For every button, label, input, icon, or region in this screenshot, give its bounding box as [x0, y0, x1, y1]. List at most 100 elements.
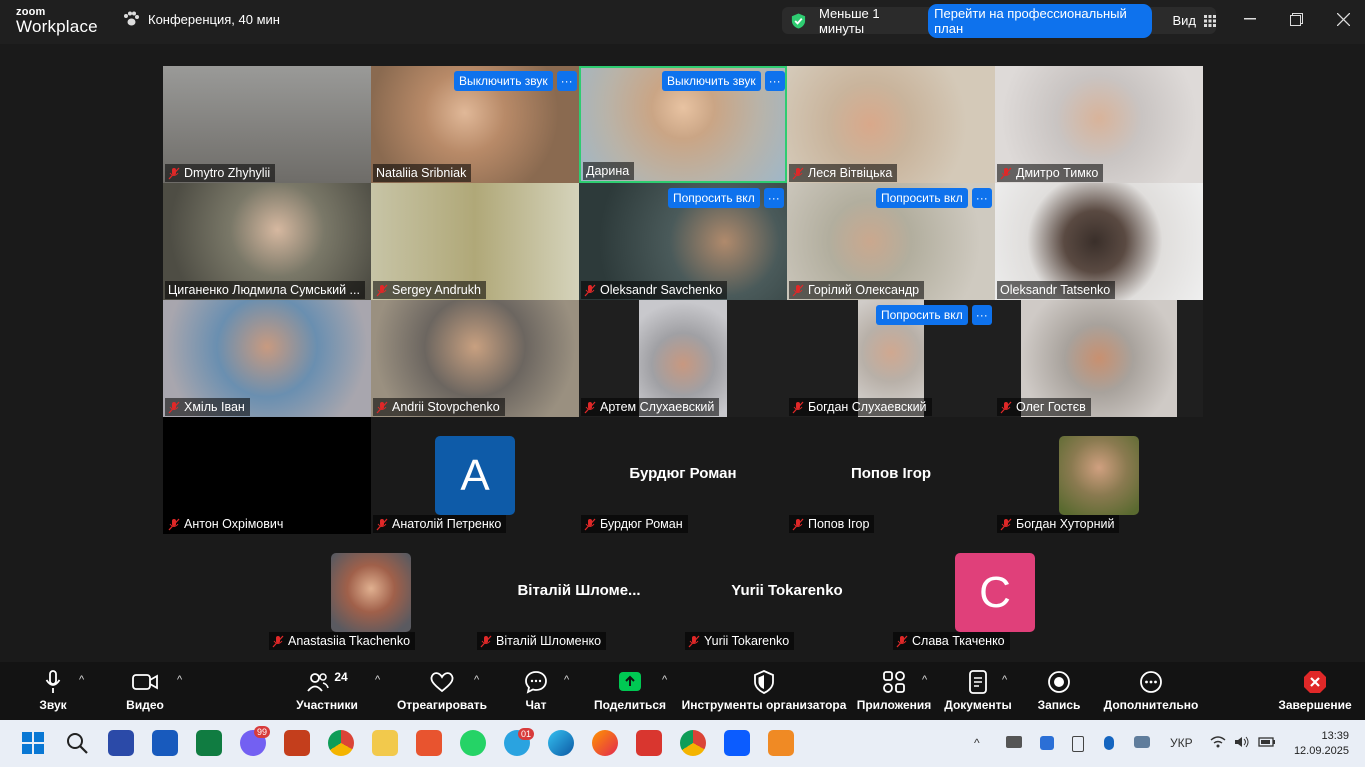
word-icon[interactable]: [152, 730, 178, 756]
end-call-icon: [1304, 671, 1326, 693]
chat-options-caret[interactable]: ^: [564, 674, 569, 686]
bluetooth-icon[interactable]: [1104, 736, 1114, 750]
zoom-logo: zoom Workplace: [16, 7, 98, 36]
participant-tile[interactable]: C Слава Ткаченко: [891, 534, 1099, 651]
chat-button[interactable]: Чат: [522, 662, 550, 720]
security-shield-icon[interactable]: [790, 12, 807, 30]
name-label: Бурдюг Роман: [581, 515, 688, 533]
zoom-taskbar-icon[interactable]: [724, 730, 750, 756]
battery-icon[interactable]: [1258, 736, 1276, 748]
participant-tile[interactable]: Sergey Andrukh: [371, 183, 579, 300]
edge-icon[interactable]: [548, 730, 574, 756]
video-gallery: Dmytro Zhyhylii Выключить звук ··· Natali…: [163, 66, 1203, 652]
documents-button[interactable]: Документы: [944, 662, 1012, 720]
participant-tile[interactable]: Антон Охрімович: [163, 417, 371, 534]
participant-tile[interactable]: Циганенко Людмила Сумський ...: [163, 183, 371, 300]
system-clock[interactable]: 13:39 12.09.2025: [1294, 729, 1349, 759]
audio-button[interactable]: Звук: [36, 662, 70, 720]
end-meeting-button[interactable]: Завершение: [1278, 662, 1352, 720]
windows-start-icon[interactable]: [20, 730, 46, 756]
name-label: Олег Гостєв: [997, 398, 1091, 416]
restore-icon[interactable]: [1290, 13, 1303, 26]
more-options-button[interactable]: ···: [763, 188, 784, 208]
view-button[interactable]: Вид: [1172, 13, 1216, 28]
participant-tile[interactable]: Yurii Tokarenko Yurii Tokarenko: [683, 534, 891, 651]
participant-tile-active-speaker[interactable]: Выключить звук ··· Дарина: [579, 66, 787, 183]
chrome-icon[interactable]: [328, 730, 354, 756]
participants-button[interactable]: 24 Участники: [295, 662, 359, 720]
participant-tile[interactable]: Выключить звук ··· Nataliia Sribniak: [371, 66, 579, 183]
defender-icon[interactable]: [1040, 736, 1054, 750]
participant-tile[interactable]: Дмитро Тимко: [995, 66, 1203, 183]
participant-tile[interactable]: Попросить вкл ··· Oleksandr Savchenko: [579, 183, 787, 300]
volume-icon[interactable]: [1234, 736, 1250, 748]
share-button[interactable]: Поделиться: [594, 662, 666, 720]
participant-tile[interactable]: Попросить вкл ··· Горілий Олександр: [787, 183, 995, 300]
whatsapp-icon[interactable]: [460, 730, 486, 756]
more-options-button[interactable]: ···: [971, 305, 992, 325]
participant-tile[interactable]: Олег Гостєв: [995, 300, 1203, 417]
apps-button[interactable]: Приложения: [857, 662, 931, 720]
firefox-icon[interactable]: [592, 730, 618, 756]
tray-overflow-chevron-icon[interactable]: ^: [974, 736, 980, 750]
participant-tile[interactable]: Попросить вкл ··· Богдан Слухаевский: [787, 300, 995, 417]
share-options-caret[interactable]: ^: [662, 674, 667, 686]
participant-tile[interactable]: Oleksandr Tatsenko: [995, 183, 1203, 300]
more-options-button[interactable]: ···: [764, 71, 785, 91]
wifi-icon[interactable]: [1210, 736, 1226, 748]
search-icon[interactable]: [64, 730, 90, 756]
video-button[interactable]: Видео: [126, 662, 164, 720]
apps-icon: [883, 671, 905, 693]
more-options-button[interactable]: ···: [556, 71, 577, 91]
more-button[interactable]: Дополнительно: [1104, 662, 1198, 720]
minimize-icon[interactable]: [1244, 18, 1256, 20]
react-options-caret[interactable]: ^: [474, 674, 479, 686]
ask-to-unmute-button[interactable]: Попросить вкл: [876, 305, 968, 325]
anydesk-icon[interactable]: [636, 730, 662, 756]
participant-tile[interactable]: Артем Слухаевский: [579, 300, 787, 417]
tile-overlay: Попросить вкл ···: [668, 188, 784, 208]
usb-icon[interactable]: [1072, 736, 1084, 752]
participants-options-caret[interactable]: ^: [375, 674, 380, 686]
chrome-profile-icon[interactable]: [680, 730, 706, 756]
react-button[interactable]: Отреагировать: [397, 662, 487, 720]
participant-tile[interactable]: Богдан Хуторний: [995, 417, 1203, 534]
ask-to-unmute-button[interactable]: Попросить вкл: [668, 188, 760, 208]
participant-tile[interactable]: Хміль Іван: [163, 300, 371, 417]
audio-options-caret[interactable]: ^: [79, 674, 84, 686]
ask-to-unmute-button[interactable]: Попросить вкл: [876, 188, 968, 208]
muted-mic-icon: [688, 635, 700, 647]
record-button[interactable]: Запись: [1038, 662, 1080, 720]
tile-overlay: Попросить вкл ···: [876, 188, 992, 208]
excel-icon[interactable]: [196, 730, 222, 756]
powerpoint-icon[interactable]: [284, 730, 310, 756]
participants-count: 24: [334, 670, 348, 684]
avatar-photo: [331, 553, 411, 632]
monitor-icon[interactable]: [1006, 736, 1022, 748]
participant-tile[interactable]: Леся Вітвіцька: [787, 66, 995, 183]
participant-tile[interactable]: Anastasiia Tkachenko: [267, 534, 475, 651]
file-explorer-icon[interactable]: [372, 730, 398, 756]
participant-tile[interactable]: Andrii Stovpchenko: [371, 300, 579, 417]
close-icon[interactable]: [1337, 13, 1350, 26]
tile-overlay: Выключить звук ···: [662, 71, 785, 91]
participant-tile[interactable]: Віталій Шломе... Віталій Шломенко: [475, 534, 683, 651]
participant-tile[interactable]: Попов Ігор Попов Ігор: [787, 417, 995, 534]
apps-options-caret[interactable]: ^: [922, 674, 927, 686]
mute-participant-button[interactable]: Выключить звук: [662, 71, 761, 91]
participant-tile[interactable]: Dmytro Zhyhylii: [163, 66, 371, 183]
pdf-app-icon[interactable]: [768, 730, 794, 756]
slides-app-icon[interactable]: [416, 730, 442, 756]
more-options-button[interactable]: ···: [971, 188, 992, 208]
keyboard-language[interactable]: УКР: [1170, 736, 1193, 750]
participant-tile[interactable]: Бурдюг Роман Бурдюг Роман: [579, 417, 787, 534]
video-options-caret[interactable]: ^: [177, 674, 182, 686]
host-tools-button[interactable]: Инструменты организатора: [682, 662, 846, 720]
documents-options-caret[interactable]: ^: [1002, 674, 1007, 686]
pen-mic-icon[interactable]: [1134, 736, 1150, 748]
upgrade-button[interactable]: Перейти на профессиональный план: [928, 3, 1153, 38]
meeting-info[interactable]: Конференция, 40 мин: [122, 11, 280, 27]
mute-participant-button[interactable]: Выключить звук: [454, 71, 553, 91]
participant-tile[interactable]: A Анатолій Петренко: [371, 417, 579, 534]
save-app-icon[interactable]: [108, 730, 134, 756]
